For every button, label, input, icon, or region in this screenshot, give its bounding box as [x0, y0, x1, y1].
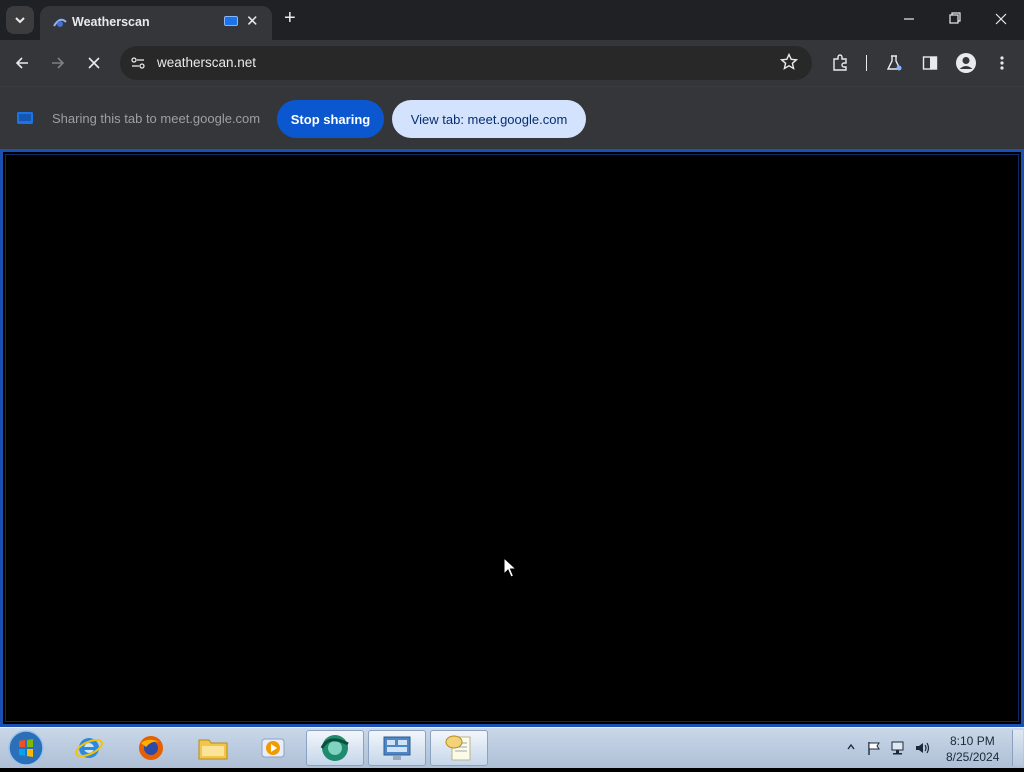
taskbar-media-player[interactable]	[244, 730, 302, 766]
side-panel-icon	[922, 56, 938, 70]
tab-strip: Weatherscan ✕ +	[0, 0, 1024, 40]
windows-start-orb-icon	[8, 730, 44, 766]
tab-sharing-icon	[224, 16, 238, 26]
page-content[interactable]	[0, 149, 1024, 727]
taskbar-notepad[interactable]	[430, 730, 488, 766]
minimize-icon[interactable]	[900, 8, 918, 28]
notepad-icon	[445, 735, 471, 761]
tab-title: Weatherscan	[72, 15, 150, 29]
tab-search-button[interactable]	[6, 6, 34, 34]
stop-x-icon	[88, 57, 100, 69]
taskbar-internet-explorer[interactable]	[60, 730, 118, 766]
puzzle-icon	[833, 54, 847, 71]
extensions-button[interactable]	[828, 51, 852, 75]
chevron-down-icon	[15, 17, 25, 24]
tab-sharing-infobar: Sharing this tab to meet.google.com Stop…	[0, 86, 1024, 149]
labs-button[interactable]	[882, 51, 906, 75]
view-tab-button[interactable]: View tab: meet.google.com	[392, 100, 586, 138]
clock-date[interactable]: 8/25/2024	[946, 750, 999, 764]
sharing-message: Sharing this tab to meet.google.com	[52, 111, 261, 126]
show-hidden-icons-chevron-icon[interactable]	[846, 742, 856, 752]
url-text[interactable]: weatherscan.net	[157, 55, 256, 70]
bookmark-star-icon[interactable]	[780, 53, 798, 71]
restore-icon[interactable]	[946, 8, 964, 28]
folder-icon	[198, 739, 228, 760]
action-center-flag-icon[interactable]	[866, 740, 882, 756]
start-button[interactable]	[6, 729, 46, 767]
internet-explorer-icon	[75, 738, 103, 758]
show-desktop-button[interactable]	[1012, 730, 1023, 766]
profile-button[interactable]	[954, 51, 978, 75]
tab-close-icon[interactable]: ✕	[246, 12, 259, 30]
firefox-icon	[139, 736, 163, 760]
taskbar-firefox[interactable]	[122, 730, 180, 766]
kebab-menu-icon	[1000, 56, 1004, 70]
new-tab-button[interactable]: +	[284, 7, 296, 30]
site-settings-icon[interactable]	[130, 55, 146, 71]
content-inner-border	[5, 154, 1019, 722]
screen-share-icon	[17, 112, 33, 124]
windows-taskbar: 8:10 PM 8/25/2024	[0, 727, 1024, 768]
arrow-right-icon	[52, 57, 65, 69]
browser-tab[interactable]: Weatherscan ✕	[40, 6, 272, 40]
mouse-cursor-icon	[503, 557, 517, 578]
close-icon[interactable]	[992, 8, 1010, 28]
back-button[interactable]	[10, 51, 34, 75]
taskbar-file-explorer[interactable]	[184, 730, 242, 766]
arrow-left-icon	[15, 57, 28, 69]
clock-time[interactable]: 8:10 PM	[950, 734, 995, 748]
stop-sharing-button[interactable]: Stop sharing	[277, 100, 384, 138]
forward-button[interactable]	[46, 51, 70, 75]
menu-button[interactable]	[990, 51, 1014, 75]
address-bar[interactable]: weatherscan.net	[120, 46, 812, 80]
stop-loading-button[interactable]	[82, 51, 106, 75]
control-panel-icon	[383, 736, 411, 760]
taskbar-active-app[interactable]	[306, 730, 364, 766]
network-icon[interactable]	[890, 740, 908, 756]
toolbar-divider	[866, 55, 867, 71]
taskbar-control-panel[interactable]	[368, 730, 426, 766]
weatherscan-favicon-icon	[53, 18, 67, 27]
chrome-like-app-icon	[320, 735, 349, 761]
volume-icon[interactable]	[914, 740, 932, 756]
avatar-icon	[956, 53, 976, 73]
flask-icon	[886, 55, 902, 71]
browser-toolbar: weatherscan.net	[0, 40, 1024, 86]
system-tray: 8:10 PM 8/25/2024	[840, 728, 1020, 768]
side-panel-button[interactable]	[918, 51, 942, 75]
media-player-icon	[261, 738, 285, 758]
